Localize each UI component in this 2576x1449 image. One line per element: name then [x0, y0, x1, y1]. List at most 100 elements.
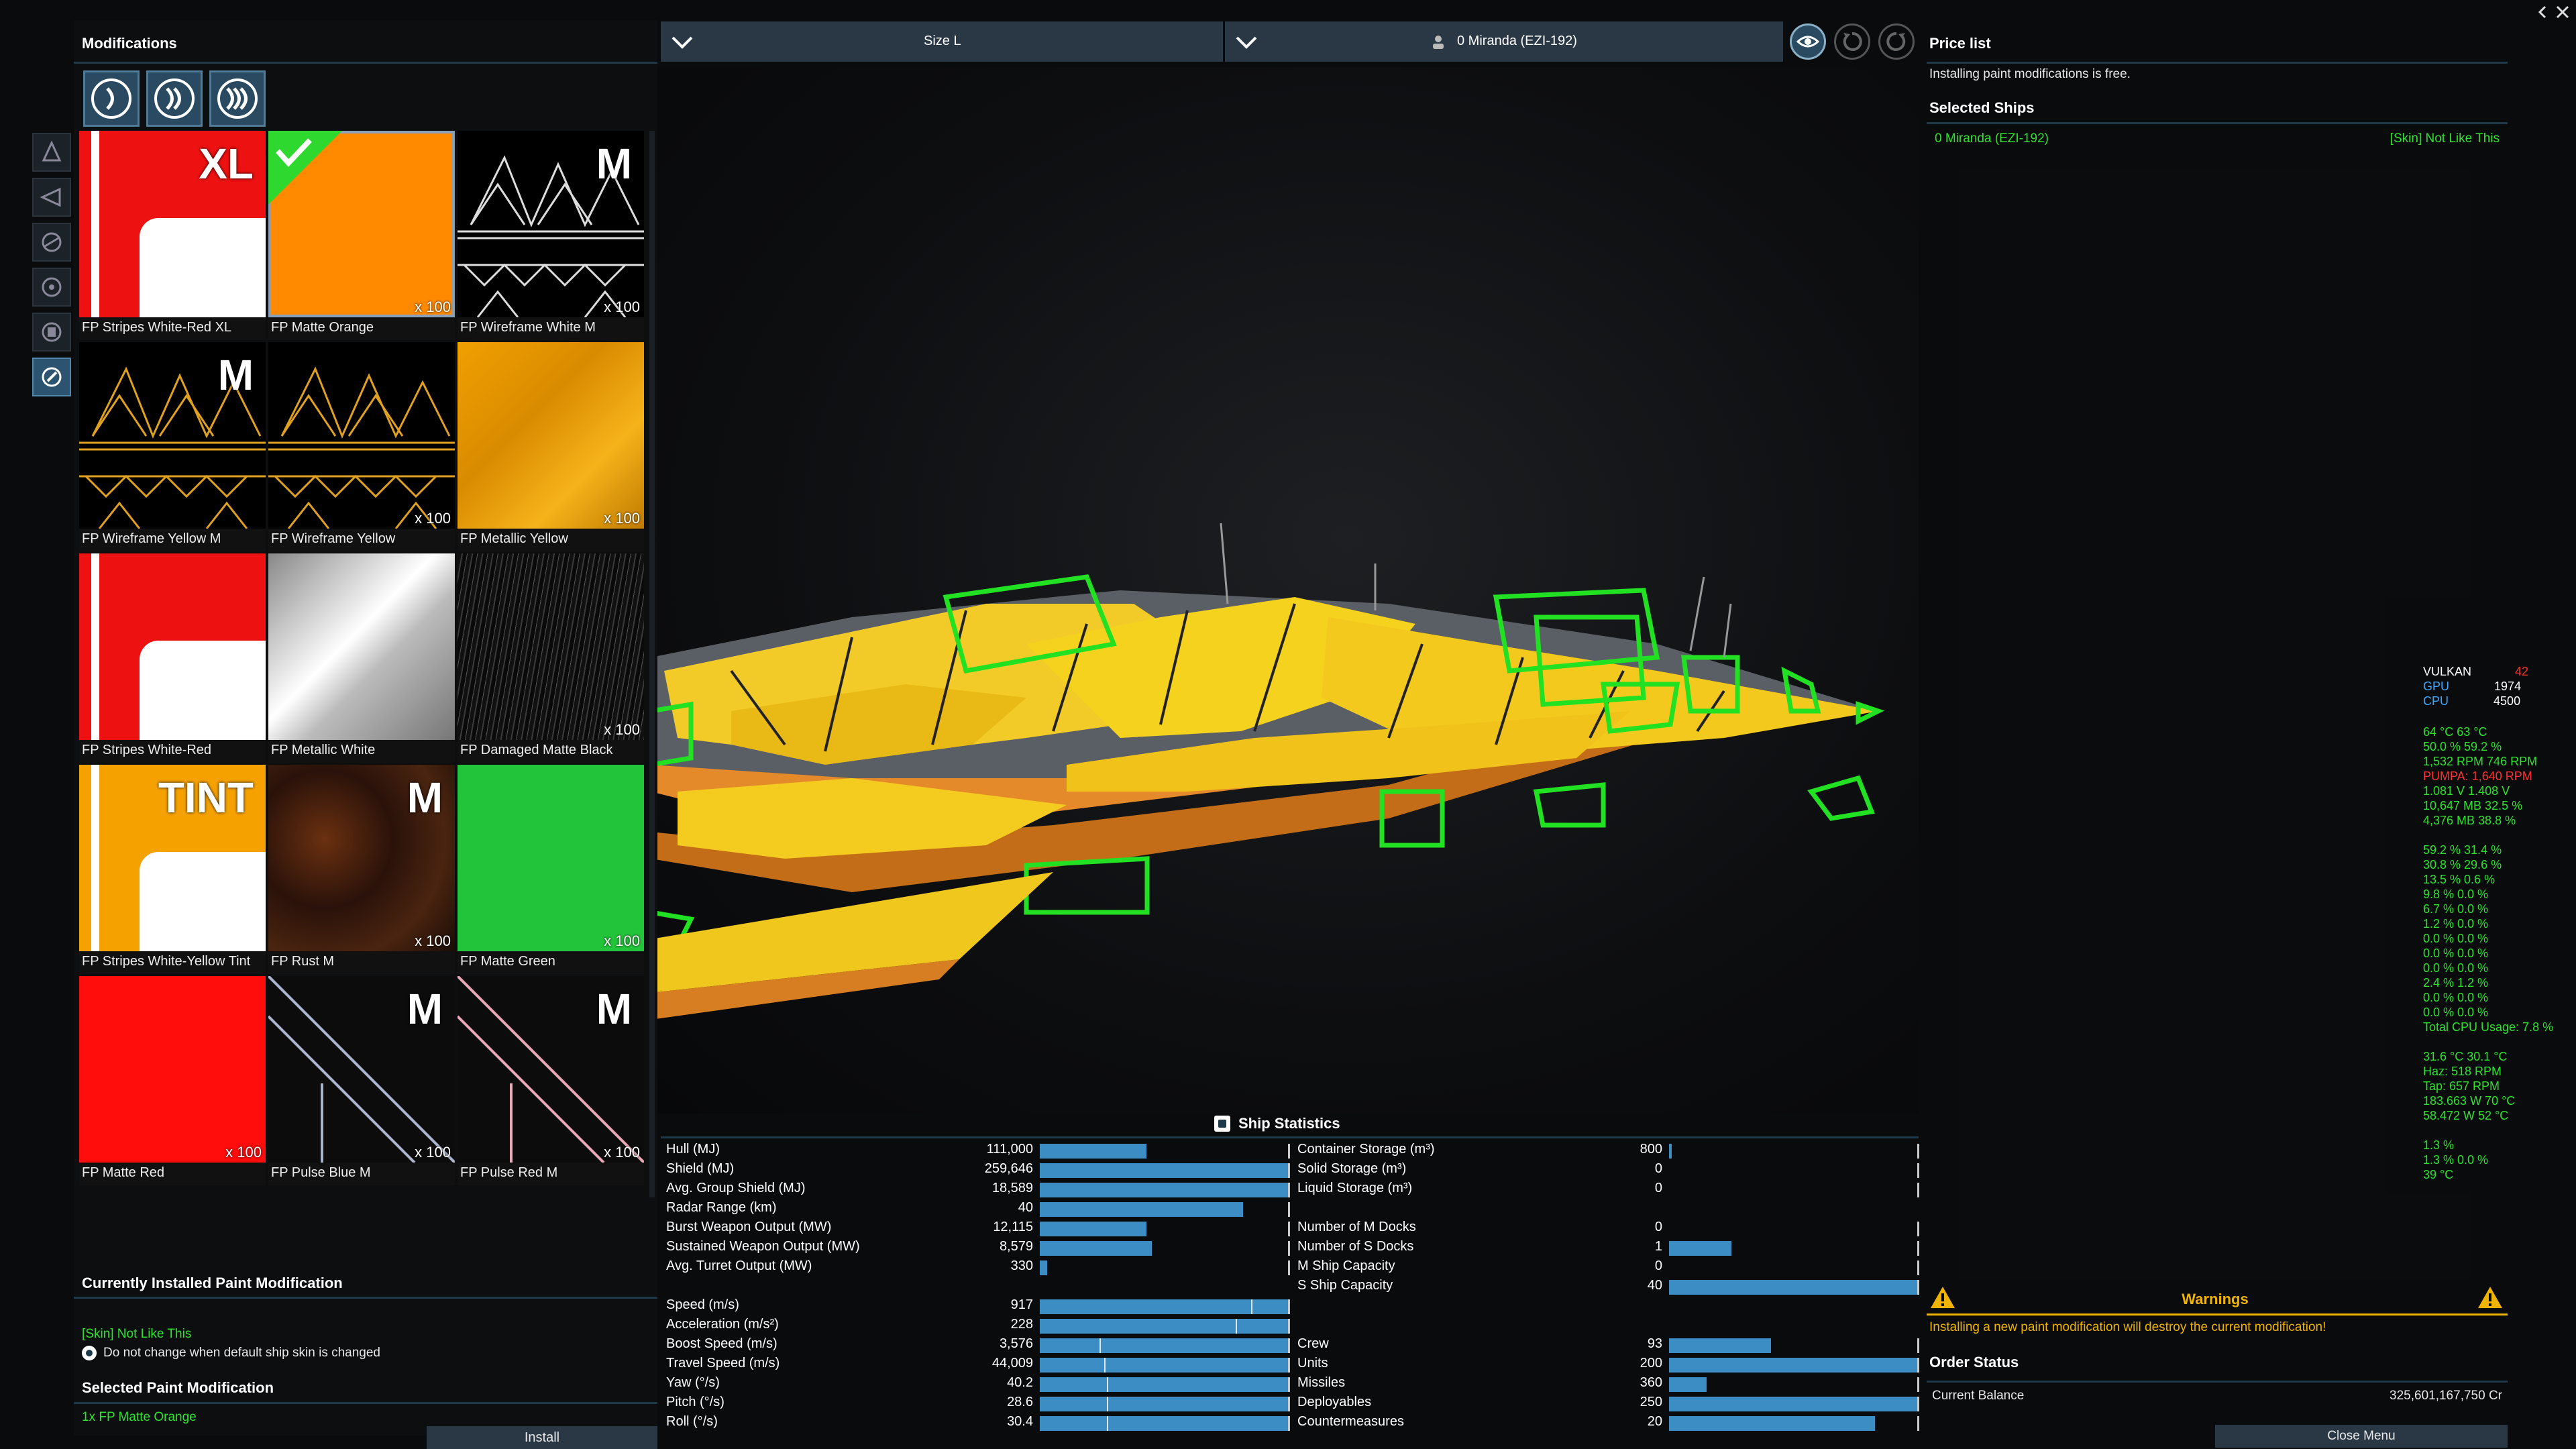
balance-value: 325,601,167,750 Cr — [2390, 1389, 2502, 1403]
stat-bar-fill — [1669, 1358, 1917, 1373]
stat-label: Yaw (°/s) — [666, 1375, 720, 1390]
stat-label: Shield (MJ) — [666, 1161, 735, 1176]
stat-bar — [1669, 1183, 1919, 1197]
paint-tile[interactable]: x 100 FP Wireframe Yellow — [268, 342, 455, 551]
stat-row: Missiles 360 — [1297, 1375, 1919, 1394]
ship-up-category-button[interactable] — [32, 133, 71, 172]
stat-bar-fill — [1669, 1338, 1771, 1353]
engine-category-button[interactable] — [32, 223, 71, 262]
stats-divider — [661, 1136, 1919, 1138]
grid-scrollbar[interactable] — [649, 131, 655, 1197]
paint-tile[interactable]: FP Stripes White-Red — [79, 553, 266, 763]
stat-row: Liquid Storage (m³) 0 — [1297, 1181, 1919, 1199]
stat-bar-fill — [1040, 1338, 1288, 1353]
tile-quantity: x 100 — [604, 299, 640, 315]
stat-value: 28.6 — [1007, 1395, 1033, 1409]
tier-3-button[interactable] — [209, 70, 266, 127]
shield-category-button[interactable] — [32, 313, 71, 352]
stat-bar — [1669, 1338, 1919, 1353]
paint-tile[interactable]: x 100 FP Damaged Matte Black — [458, 553, 644, 763]
paint-tile[interactable]: TINT FP Stripes White-Yellow Tint — [79, 765, 266, 974]
close-menu-button[interactable]: Close Menu — [2215, 1425, 2508, 1448]
stat-row: Container Storage (m³) 800 — [1297, 1142, 1919, 1161]
hw-monitor: VULKAN 42 GPU 1974 CPU 4500 — [2423, 664, 2528, 708]
stat-bar — [1669, 1260, 1919, 1275]
stat-bar — [1040, 1144, 1290, 1159]
stat-label: Crew — [1297, 1336, 1329, 1351]
stat-bar — [1040, 1416, 1290, 1431]
install-button[interactable]: Install — [427, 1426, 657, 1449]
stat-label: Acceleration (m/s²) — [666, 1317, 779, 1332]
tier-2-icon — [154, 78, 195, 119]
stat-bar — [1040, 1299, 1290, 1314]
stat-label: Number of S Docks — [1297, 1239, 1414, 1254]
stat-row: Crew 93 — [1297, 1336, 1919, 1355]
warning-icon — [2478, 1287, 2502, 1308]
paint-tile[interactable]: x 100 FP Matte Orange — [268, 131, 455, 340]
eye-toggle-button[interactable] — [1790, 23, 1826, 60]
installed-value: [Skin] Not Like This — [82, 1327, 192, 1341]
user-icon — [1433, 36, 1444, 49]
hw-line: 59.2 % 31.4 % — [2423, 843, 2502, 857]
stat-value: 250 — [1640, 1395, 1662, 1409]
paint-tile[interactable]: Mx 100 FP Rust M — [268, 765, 455, 974]
order-title: Order Status — [1929, 1354, 2019, 1371]
stat-value: 93 — [1647, 1336, 1662, 1351]
paint-tile[interactable]: M FP Wireframe Yellow M — [79, 342, 266, 551]
price-text: Installing paint modifications is free. — [1929, 67, 2131, 81]
stat-bar-fill — [1040, 1144, 1146, 1159]
stat-bar-marker — [1236, 1319, 1237, 1334]
paint-tile[interactable]: x 100 FP Matte Red — [79, 976, 266, 1185]
stat-bar — [1040, 1377, 1290, 1392]
ship-row-name[interactable]: 0 Miranda (EZI-192) — [1935, 131, 2049, 146]
order-divider — [1927, 1381, 2508, 1383]
turret-category-button[interactable] — [32, 268, 71, 307]
stat-value: 0 — [1654, 1161, 1662, 1176]
modifications-panel: Modifications XL FP Stripes White-Red XL x… — [74, 20, 657, 1449]
keep-skin-checkbox[interactable] — [82, 1346, 97, 1360]
hw-line: 183.663 W 70 °C — [2423, 1094, 2516, 1108]
stat-bar-marker — [1107, 1377, 1108, 1392]
stat-bar-fill — [1040, 1377, 1288, 1392]
stat-bar-marker — [1107, 1397, 1108, 1411]
stats-toggle-checkbox[interactable] — [1214, 1116, 1230, 1132]
paint-category-button[interactable] — [32, 358, 71, 396]
paint-tile[interactable]: XL FP Stripes White-Red XL — [79, 131, 266, 340]
hw-line: 9.8 % 0.0 % — [2423, 888, 2489, 901]
ship-dropdown[interactable]: 0 Miranda (EZI-192) — [1225, 21, 1783, 62]
undo-button[interactable] — [1834, 23, 1870, 60]
hw-line: 0.0 % 0.0 % — [2423, 947, 2489, 960]
eye-icon — [1796, 36, 1819, 48]
stat-label: M Ship Capacity — [1297, 1258, 1395, 1273]
tier-2-button[interactable] — [146, 70, 203, 127]
size-dropdown[interactable]: Size L — [661, 21, 1223, 62]
tile-name: FP Wireframe Yellow M — [82, 531, 221, 546]
stat-bar-fill — [1040, 1260, 1047, 1275]
paint-tile[interactable]: FP Metallic White — [268, 553, 455, 763]
stat-value: 44,009 — [991, 1356, 1033, 1371]
tile-name: FP Wireframe Yellow — [271, 531, 396, 546]
paint-tile[interactable]: x 100 FP Metallic Yellow — [458, 342, 644, 551]
ships-divider — [1927, 122, 2508, 124]
close-icon[interactable] — [2555, 4, 2571, 20]
paint-tile[interactable]: Mx 100 FP Pulse Red M — [458, 976, 644, 1185]
ship-up-icon — [42, 140, 62, 162]
collapse-icon[interactable] — [2536, 4, 2552, 20]
paint-tile[interactable]: Mx 100 FP Wireframe White M — [458, 131, 644, 340]
ship-left-icon — [40, 187, 61, 207]
paint-tile[interactable]: x 100 FP Matte Green — [458, 765, 644, 974]
stat-value: 20 — [1647, 1414, 1662, 1429]
ship-viewport[interactable] — [651, 67, 1919, 1114]
tile-quantity: x 100 — [604, 510, 640, 527]
paint-tile[interactable]: Mx 100 FP Pulse Blue M — [268, 976, 455, 1185]
stat-label: S Ship Capacity — [1297, 1278, 1393, 1293]
tier-1-button[interactable] — [83, 70, 140, 127]
size-badge: M — [596, 985, 632, 1033]
ship-left-category-button[interactable] — [32, 178, 71, 217]
stat-bar-fill — [1040, 1222, 1146, 1236]
hw-line: 31.6 °C 30.1 °C — [2423, 1050, 2508, 1063]
stat-row: Speed (m/s) 917 — [666, 1297, 1290, 1316]
stat-value: 200 — [1640, 1356, 1662, 1371]
ship-list-area — [1927, 127, 2508, 1281]
redo-button[interactable] — [1878, 23, 1915, 60]
